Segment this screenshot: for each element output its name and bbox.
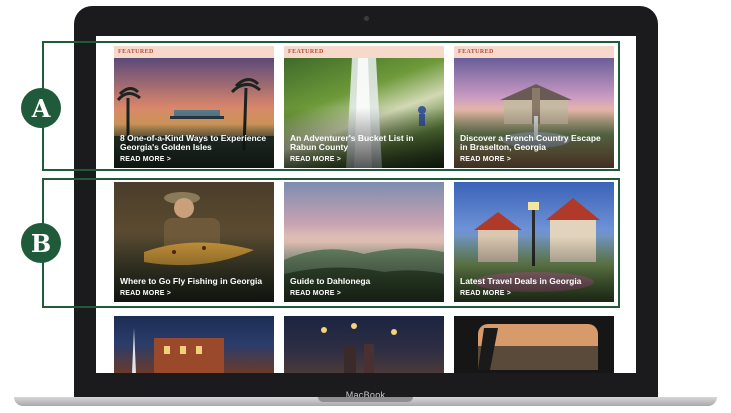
car-window-sunset-image <box>454 316 614 373</box>
article-card-partial[interactable] <box>114 316 274 373</box>
callout-marker-a: A <box>21 88 61 128</box>
callout-box-b <box>42 178 620 308</box>
article-card-partial[interactable] <box>454 316 614 373</box>
callout-marker-b: B <box>21 223 61 263</box>
webcam-icon <box>364 16 369 21</box>
callout-box-a <box>42 41 620 171</box>
city-lights-image <box>284 316 444 373</box>
article-card-partial[interactable] <box>284 316 444 373</box>
night-town-image <box>114 316 274 373</box>
laptop-hinge-notch <box>318 397 413 402</box>
